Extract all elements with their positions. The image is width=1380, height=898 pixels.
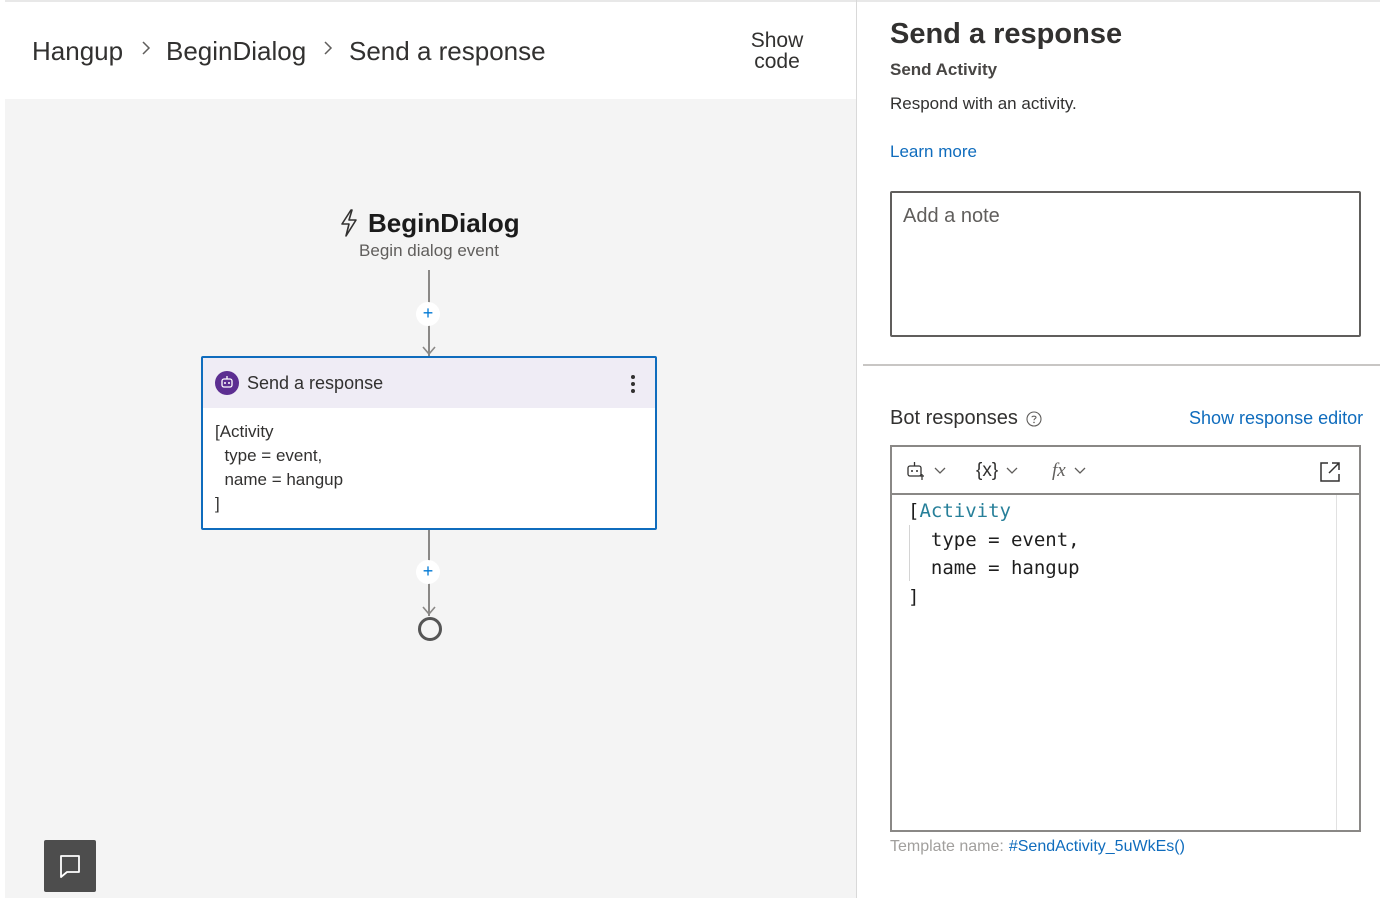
card-body-text: [Activity type = event, name = hangup ] — [215, 422, 344, 513]
show-response-editor-link[interactable]: Show response editor — [1189, 408, 1363, 429]
show-code-button[interactable]: Show code — [732, 30, 822, 72]
show-code-label-line2: code — [754, 50, 800, 73]
section-divider — [863, 364, 1380, 366]
chevron-right-icon — [324, 41, 333, 55]
variables-label: {x} — [976, 460, 999, 481]
send-response-card[interactable]: Send a response [Activity type = event, … — [201, 356, 657, 530]
comment-toggle-button[interactable] — [44, 840, 96, 892]
end-node — [418, 617, 442, 641]
properties-pane: Send a response Send Activity Respond wi… — [857, 0, 1380, 898]
trigger-node[interactable]: BeginDialog — [338, 205, 520, 241]
bot-responses-label: Bot responses — [890, 407, 1018, 429]
code-bracket-open: [ — [908, 500, 920, 522]
properties-title: Send a response — [890, 18, 1123, 50]
show-code-label-line1: Show — [750, 29, 804, 52]
popout-icon[interactable] — [1318, 460, 1342, 484]
breadcrumb: Hangup BeginDialog Send a response Show … — [5, 0, 856, 99]
code-editor[interactable]: [Activity type = event, name = hangup ] — [892, 495, 1336, 830]
trigger-subtitle: Begin dialog event — [359, 241, 499, 260]
code-line: ] — [908, 586, 920, 608]
code-line: type = event, — [908, 529, 1080, 551]
code-keyword: Activity — [919, 500, 1011, 522]
bot-icon — [215, 371, 239, 395]
breadcrumb-item-begindialog[interactable]: BeginDialog — [166, 36, 306, 67]
template-name-link[interactable]: #SendActivity_5uWkEs() — [1009, 838, 1185, 855]
trigger-title: BeginDialog — [368, 207, 520, 238]
bot-template-icon — [907, 462, 924, 480]
arrow-down-icon — [422, 346, 436, 356]
functions-label: fx — [1052, 460, 1066, 481]
breadcrumb-item-hangup[interactable]: Hangup — [32, 36, 123, 67]
bot-responses-heading: Bot responses — [890, 407, 1042, 430]
card-title: Send a response — [247, 373, 384, 393]
editor-scrollbar[interactable] — [1336, 495, 1337, 830]
chevron-down-icon — [1006, 467, 1018, 474]
insert-function-dropdown[interactable]: fx — [1052, 457, 1086, 485]
learn-more-link[interactable]: Learn more — [890, 142, 977, 162]
chevron-right-icon — [142, 41, 151, 55]
template-name-row: Template name: #SendActivity_5uWkEs() — [890, 838, 1185, 856]
dialog-canvas-pane: Hangup BeginDialog Send a response Show … — [5, 0, 856, 898]
insert-variable-dropdown[interactable]: {x} — [976, 457, 1018, 485]
template-name-label: Template name: — [890, 838, 1004, 855]
help-icon[interactable] — [1026, 410, 1042, 427]
properties-subtitle: Send Activity — [890, 60, 998, 79]
comment-icon — [60, 855, 80, 878]
card-header: Send a response — [203, 358, 655, 408]
add-action-button[interactable]: + — [416, 302, 440, 326]
arrow-down-icon — [422, 606, 436, 616]
chevron-down-icon — [1074, 467, 1086, 474]
editor-toolbar: {x} fx — [892, 447, 1359, 495]
breadcrumb-item-send-a-response[interactable]: Send a response — [349, 36, 546, 67]
insert-template-dropdown[interactable] — [906, 457, 946, 485]
more-options-icon[interactable] — [623, 371, 643, 397]
code-line: name = hangup — [908, 557, 1080, 579]
properties-description: Respond with an activity. — [890, 94, 1077, 113]
lightning-icon — [341, 209, 357, 237]
chevron-down-icon — [934, 467, 946, 474]
code-line: [Activity — [908, 497, 1011, 526]
response-editor: {x} fx [Activity type = event, name = ha… — [890, 445, 1361, 832]
add-action-button[interactable]: + — [416, 560, 440, 584]
note-field[interactable] — [890, 191, 1361, 337]
